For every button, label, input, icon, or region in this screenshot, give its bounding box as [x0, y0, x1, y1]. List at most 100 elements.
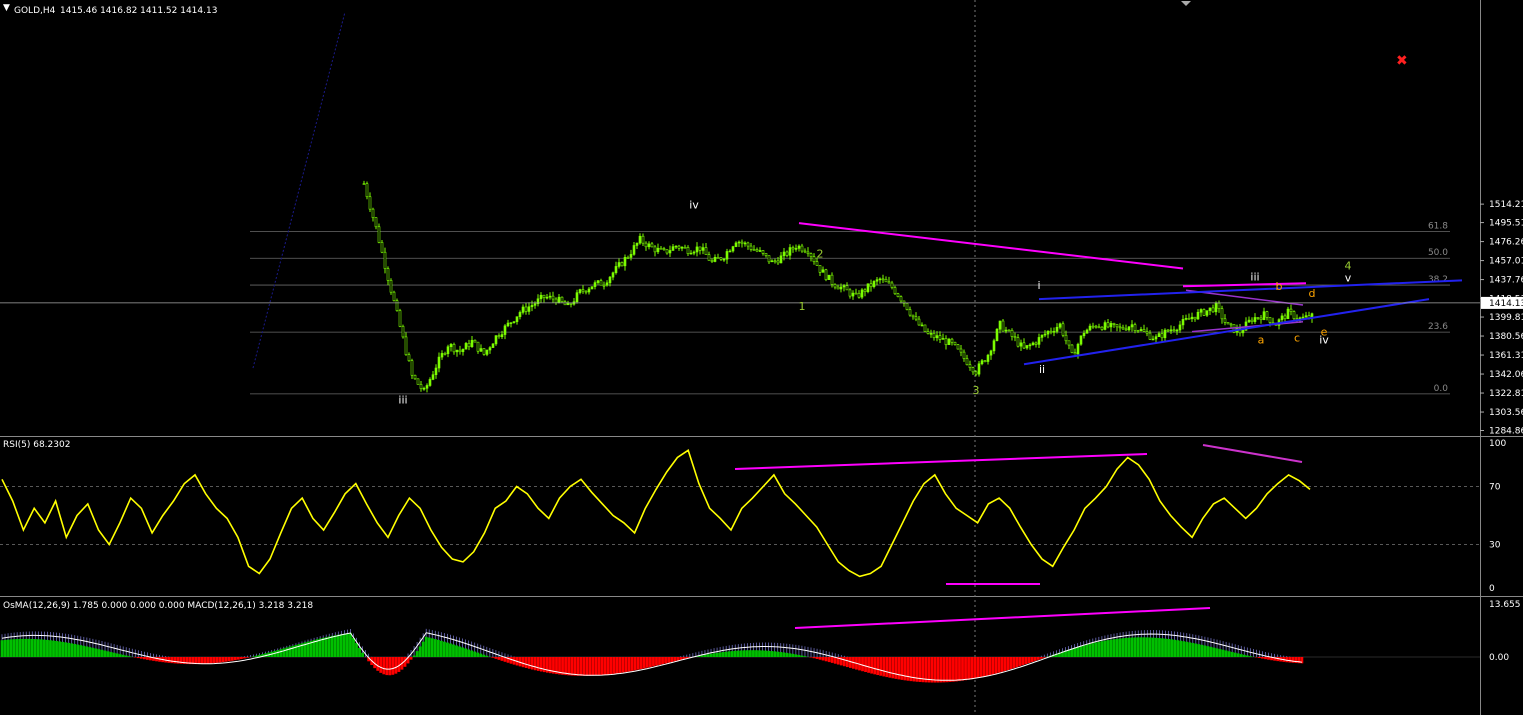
osma-bar	[55, 640, 58, 657]
osma-bar	[1139, 637, 1143, 657]
osma-bar	[227, 657, 231, 662]
candle-body	[992, 340, 996, 352]
osma-bar	[530, 657, 534, 670]
candle-body	[785, 251, 789, 256]
osma-bar	[58, 641, 61, 657]
candle-body	[779, 255, 783, 264]
rsi-panel[interactable]	[0, 444, 1480, 585]
candle-body	[689, 252, 693, 255]
osma-bar	[342, 633, 346, 657]
candle-body	[1067, 340, 1071, 346]
candle-body	[827, 274, 831, 280]
candle-body	[899, 296, 903, 302]
osma-bar	[421, 641, 425, 657]
osma-bar	[124, 655, 128, 657]
osma-bar	[494, 657, 498, 659]
osma-bar	[797, 654, 801, 657]
candle-body	[368, 196, 372, 210]
close-position-icon[interactable]: ✖	[1396, 53, 1408, 69]
osma-bar	[927, 657, 931, 683]
osma-bar	[812, 657, 816, 659]
candle-body	[1193, 316, 1197, 320]
candle-body	[713, 256, 717, 262]
osma-bar	[282, 648, 286, 657]
rsi-tick-label: 0	[1489, 584, 1495, 594]
osma-bar	[243, 657, 246, 659]
osma-bar	[327, 636, 331, 657]
macd-divergence-line	[794, 607, 1211, 629]
candle-body	[1118, 326, 1122, 329]
osma-bar	[749, 650, 752, 657]
candle-body	[977, 363, 981, 375]
candle-body	[437, 356, 441, 369]
candle-body	[725, 251, 729, 260]
osma-bar	[349, 632, 352, 657]
candle-body	[1115, 324, 1119, 328]
candle-body	[1265, 311, 1269, 318]
osma-bar	[521, 657, 525, 668]
osma-bar	[939, 657, 943, 683]
candle-body	[842, 285, 846, 288]
osma-bar	[391, 657, 395, 675]
osma-bar	[1106, 640, 1110, 657]
osma-bar	[745, 650, 749, 657]
candle-body	[1031, 342, 1035, 346]
candle-body	[806, 251, 810, 254]
osma-bar	[591, 657, 595, 676]
osma-bar	[712, 653, 716, 657]
price-axis[interactable]: 1514.211495.511476.261457.011437.761418.…	[1480, 200, 1523, 663]
osma-bar	[991, 657, 995, 675]
osma-bar	[1230, 651, 1234, 657]
osma-bar	[339, 634, 343, 657]
fib-level-label: 38.2	[1428, 275, 1448, 285]
osma-bar	[1203, 645, 1207, 657]
osma-bar	[961, 657, 964, 681]
candle-body	[512, 321, 516, 323]
price-panel[interactable]: 61.850.038.223.60.0iiiiv213iiiiiibda c eiv…	[0, 11, 1480, 407]
candle-body	[404, 336, 408, 356]
candle-body	[545, 296, 549, 299]
osma-bar	[600, 657, 604, 676]
osma-bar	[1109, 639, 1113, 657]
osma-bar	[318, 638, 322, 657]
candle-body	[464, 343, 468, 350]
osma-bar	[467, 649, 471, 657]
osma-bar	[1100, 641, 1104, 657]
osma-bar	[46, 639, 49, 657]
osma-bar	[948, 657, 952, 682]
candle-body	[1139, 329, 1143, 331]
osma-bar	[885, 657, 889, 678]
osma-bar	[703, 654, 707, 657]
candle-body	[473, 339, 477, 343]
symbol-dropdown-icon[interactable]: ▼	[3, 3, 10, 13]
osma-bar	[3, 639, 7, 657]
candle-body	[908, 309, 912, 316]
osma-bar	[830, 657, 834, 663]
candle-body	[434, 367, 438, 376]
axis-tick-label: 1361.31	[1489, 351, 1523, 361]
osma-bar	[246, 657, 249, 658]
osma-bar	[64, 642, 68, 657]
osma-bar	[36, 639, 40, 657]
candle-body	[1136, 330, 1140, 332]
osma-bar	[567, 657, 571, 676]
osma-bar	[106, 651, 110, 657]
osma-bar	[15, 639, 19, 657]
macd-panel[interactable]	[0, 607, 1480, 683]
wave-label: ii	[1039, 363, 1045, 376]
osma-bar	[900, 657, 904, 680]
candle-body	[857, 293, 861, 298]
osma-bar	[52, 640, 55, 657]
osma-bar	[12, 639, 16, 657]
candle-body	[557, 296, 561, 303]
candle-body	[590, 286, 594, 290]
osma-bar	[73, 643, 77, 657]
shift-marker-icon[interactable]	[1181, 1, 1191, 6]
candle-body	[656, 247, 660, 253]
osma-bar	[758, 650, 761, 657]
candle-body	[1196, 311, 1200, 320]
candle-body	[974, 371, 978, 375]
axis-tick-label: 1437.76	[1489, 276, 1523, 286]
osma-bar	[576, 657, 580, 676]
rsi-tick-label: 100	[1489, 439, 1506, 449]
